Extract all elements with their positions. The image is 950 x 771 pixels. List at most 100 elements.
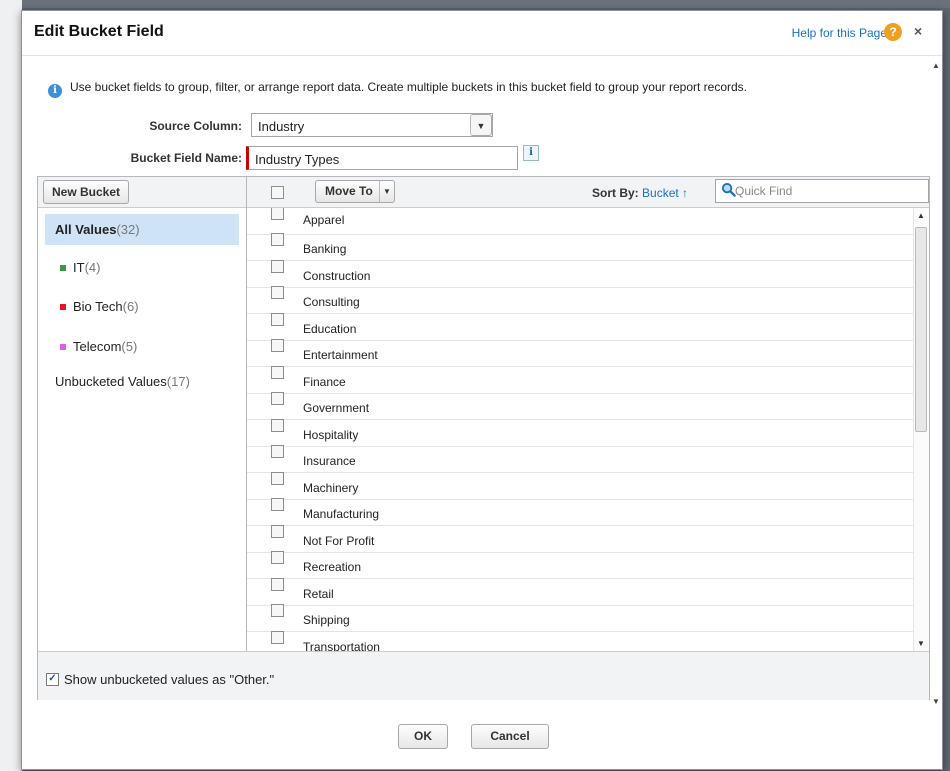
move-to-button[interactable]: Move To ▼ bbox=[315, 180, 395, 203]
select-all-checkbox[interactable] bbox=[271, 186, 284, 199]
value-row[interactable]: Shipping bbox=[247, 604, 914, 632]
value-checkbox[interactable] bbox=[271, 419, 284, 432]
chevron-down-icon[interactable]: ▼ bbox=[470, 114, 492, 136]
bucket-bio-tech[interactable]: Bio Tech(6) bbox=[45, 291, 239, 322]
value-label: Apparel bbox=[303, 213, 345, 227]
value-row[interactable]: Machinery bbox=[247, 472, 914, 500]
bucket-name: Telecom bbox=[73, 339, 122, 354]
sort-by-bucket-link[interactable]: Bucket bbox=[642, 186, 679, 200]
bucket-count: (4) bbox=[84, 260, 101, 275]
value-row[interactable]: Retail bbox=[247, 578, 914, 606]
value-row[interactable]: Construction bbox=[247, 260, 914, 288]
bucket-count: (17) bbox=[166, 374, 190, 389]
cancel-button[interactable]: Cancel bbox=[471, 724, 549, 749]
value-row[interactable]: Apparel bbox=[247, 208, 914, 235]
value-row[interactable]: Manufacturing bbox=[247, 498, 914, 526]
values-scrollbar[interactable]: ▲ ▼ bbox=[913, 208, 929, 651]
value-checkbox[interactable] bbox=[271, 472, 284, 485]
value-row[interactable]: Hospitality bbox=[247, 419, 914, 447]
value-checkbox[interactable] bbox=[271, 525, 284, 538]
value-checkbox[interactable] bbox=[271, 498, 284, 511]
bucket-unbucketed-values[interactable]: Unbucketed Values(17) bbox=[45, 366, 239, 397]
color-swatch bbox=[60, 265, 66, 271]
scroll-down-icon[interactable]: ▼ bbox=[932, 697, 940, 706]
value-row[interactable]: Entertainment bbox=[247, 339, 914, 367]
scroll-up-icon[interactable]: ▲ bbox=[932, 61, 940, 70]
bucket-count: (5) bbox=[121, 339, 138, 354]
quick-find-input[interactable] bbox=[735, 183, 920, 199]
values-toolbar: Move To ▼ Sort By: Bucket ↑ bbox=[247, 177, 929, 208]
info-message: i Use bucket fields to group, filter, or … bbox=[48, 80, 747, 98]
value-row[interactable]: Transportation bbox=[247, 631, 914, 651]
bucket-count: (32) bbox=[116, 222, 140, 237]
value-checkbox[interactable] bbox=[271, 631, 284, 644]
value-label: Government bbox=[303, 401, 370, 415]
value-row[interactable]: Recreation bbox=[247, 551, 914, 579]
value-row[interactable]: Government bbox=[247, 392, 914, 420]
bucket-editor-panel: New Bucket Move To ▼ Sort By: Bucket ↑ Q… bbox=[37, 176, 930, 700]
search-icon bbox=[721, 182, 736, 197]
info-icon: i bbox=[48, 84, 62, 98]
show-unbucketed-checkbox[interactable]: ✓ bbox=[46, 673, 59, 686]
source-column-select[interactable]: Industry ▼ bbox=[251, 113, 493, 137]
source-column-label: Source Column: bbox=[149, 119, 242, 133]
value-checkbox[interactable] bbox=[271, 286, 284, 299]
value-label: Transportation bbox=[303, 640, 380, 651]
dialog-title: Edit Bucket Field bbox=[34, 23, 164, 40]
value-label: Insurance bbox=[303, 454, 356, 468]
value-checkbox[interactable] bbox=[271, 551, 284, 564]
value-row[interactable]: Banking bbox=[247, 233, 914, 261]
close-icon[interactable]: × bbox=[914, 23, 922, 39]
dialog-titlebar: Edit Bucket Field Help for this Page ? × bbox=[22, 11, 942, 56]
value-checkbox[interactable] bbox=[271, 233, 284, 246]
value-label: Shipping bbox=[303, 613, 350, 627]
sort-arrow-icon[interactable]: ↑ bbox=[682, 186, 688, 200]
scroll-down-icon[interactable]: ▼ bbox=[917, 639, 925, 648]
field-info-icon[interactable]: i bbox=[523, 145, 539, 161]
value-row[interactable]: Consulting bbox=[247, 286, 914, 314]
info-text: Use bucket fields to group, filter, or a… bbox=[70, 80, 748, 94]
sort-by-label: Sort By: bbox=[592, 186, 639, 200]
value-checkbox[interactable] bbox=[271, 260, 284, 273]
value-label: Finance bbox=[303, 375, 346, 389]
value-label: Education bbox=[303, 322, 357, 336]
bucket-toolbar: New Bucket bbox=[38, 177, 246, 208]
value-checkbox[interactable] bbox=[271, 392, 284, 405]
color-swatch bbox=[60, 344, 66, 350]
value-row[interactable]: Education bbox=[247, 313, 914, 341]
value-checkbox[interactable] bbox=[271, 313, 284, 326]
value-label: Not For Profit bbox=[303, 534, 375, 548]
value-checkbox[interactable] bbox=[271, 578, 284, 591]
bucket-name: Bio Tech bbox=[73, 299, 123, 314]
quick-find-field[interactable] bbox=[715, 179, 929, 203]
value-row[interactable]: Finance bbox=[247, 366, 914, 394]
bucket-all-values[interactable]: All Values(32) bbox=[45, 214, 239, 245]
panel-footer: ✓ Show unbucketed values as "Other." bbox=[38, 651, 929, 700]
new-bucket-button[interactable]: New Bucket bbox=[43, 180, 129, 204]
edit-bucket-field-dialog: Edit Bucket Field Help for this Page ? ×… bbox=[21, 10, 943, 770]
value-checkbox[interactable] bbox=[271, 366, 284, 379]
scrollbar-thumb[interactable] bbox=[915, 227, 927, 432]
value-checkbox[interactable] bbox=[271, 339, 284, 352]
bucket-field-name-input[interactable]: Industry Types bbox=[246, 146, 518, 170]
value-checkbox[interactable] bbox=[271, 604, 284, 617]
value-row[interactable]: Insurance bbox=[247, 445, 914, 473]
move-to-label: Move To bbox=[325, 184, 373, 198]
ok-button[interactable]: OK bbox=[398, 724, 448, 749]
chevron-down-icon[interactable]: ▼ bbox=[379, 181, 394, 202]
value-checkbox[interactable] bbox=[271, 208, 284, 220]
value-label: Manufacturing bbox=[303, 507, 380, 521]
bucket-name: IT bbox=[73, 260, 85, 275]
help-for-this-page-link[interactable]: Help for this Page bbox=[792, 26, 887, 40]
value-checkbox[interactable] bbox=[271, 445, 284, 458]
color-swatch bbox=[60, 304, 66, 310]
sort-by: Sort By: Bucket ↑ bbox=[592, 186, 688, 200]
help-icon[interactable]: ? bbox=[884, 23, 902, 41]
bucket-telecom[interactable]: Telecom(5) bbox=[45, 331, 239, 362]
dialog-scrollbar[interactable]: ▲ ▼ bbox=[929, 55, 941, 715]
show-unbucketed-label: Show unbucketed values as "Other." bbox=[64, 672, 275, 687]
value-label: Entertainment bbox=[303, 348, 378, 362]
scroll-up-icon[interactable]: ▲ bbox=[917, 211, 925, 220]
value-row[interactable]: Not For Profit bbox=[247, 525, 914, 553]
bucket-it[interactable]: IT(4) bbox=[45, 252, 239, 283]
